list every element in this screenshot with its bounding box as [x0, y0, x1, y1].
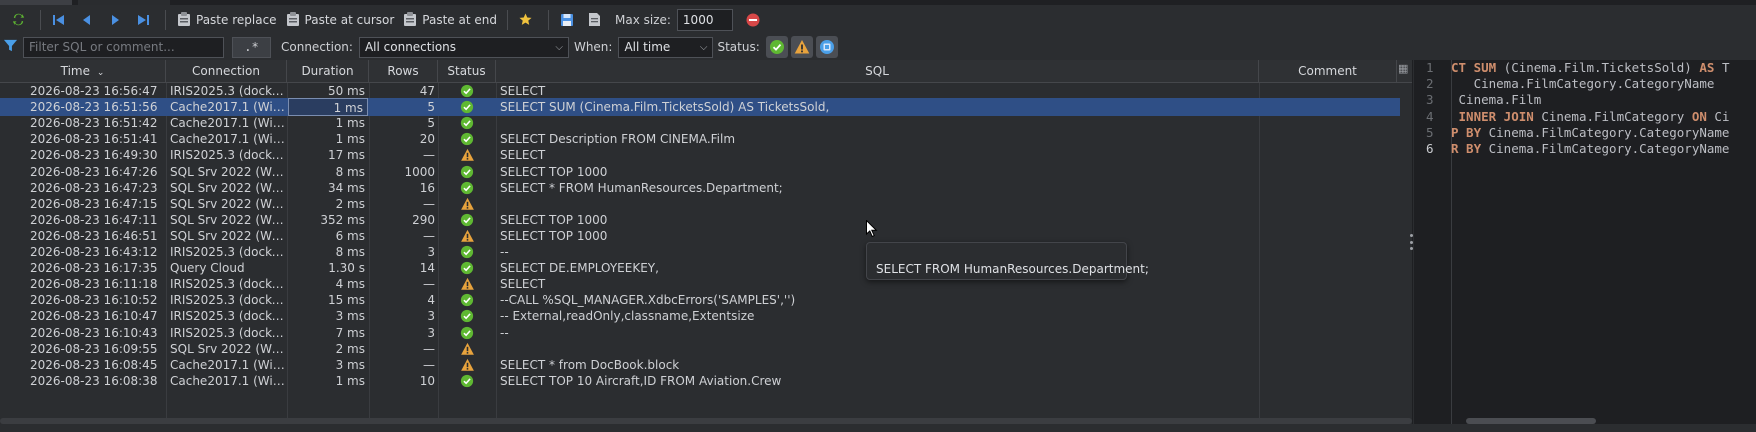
column-header-duration[interactable]: Duration [287, 60, 369, 83]
code-line: R BY Cinema.FilmCategory.CategoryName [1451, 140, 1729, 158]
sql-token: Cinema.FilmCategory.CategoryName [1451, 76, 1715, 92]
sql-keyword: R BY [1451, 141, 1482, 156]
sql-keyword: SUM [1473, 60, 1497, 75]
sql-token: Cinema.FilmCategory [1533, 108, 1692, 124]
mouse-pointer-icon [866, 220, 878, 238]
sql-token: (Cinema.Film.TicketsSold) [1496, 60, 1700, 75]
when-label: When: [573, 40, 613, 54]
connection-cell: Cache2017.1 (WinSr... [170, 373, 286, 388]
duration-cell: 1 ms [335, 373, 365, 388]
clipboard-icon [402, 12, 418, 28]
scrollbar-thumb[interactable] [0, 418, 1412, 424]
column-header-status[interactable]: Status [438, 60, 496, 83]
sql-token: Cinema.Film [1451, 92, 1542, 108]
save-icon [559, 12, 575, 28]
filter-sql-input[interactable] [23, 36, 224, 58]
previous-button[interactable] [75, 9, 103, 31]
max-size-label: Max size: [614, 12, 671, 27]
success-icon [455, 372, 479, 390]
next-icon [107, 12, 123, 28]
save-button[interactable] [555, 9, 583, 31]
column-header-rows[interactable]: Rows [369, 60, 438, 83]
column-header-connection[interactable]: Connection [166, 60, 287, 83]
line-number: 6 [1426, 141, 1434, 156]
paste-replace-button[interactable]: Paste replace [172, 9, 281, 31]
sql-keyword: INNER JOIN [1451, 108, 1534, 124]
status-filter-success-button[interactable] [765, 36, 788, 58]
last-icon [135, 12, 151, 28]
column-header-time-label: Time [60, 64, 90, 78]
column-header-time[interactable]: Time ⌄ [0, 60, 166, 83]
sql-cell: SELECT TOP 10 Aircraft,ID FROM Aviation.… [500, 373, 782, 388]
column-header-comment[interactable]: Comment [1259, 60, 1397, 83]
filter-icon [3, 38, 18, 56]
line-number-gutter: 123456 [1414, 60, 1452, 424]
sql-keyword: AS [1699, 60, 1715, 75]
refresh-icon [10, 12, 26, 28]
scrollbar-thumb[interactable] [1466, 418, 1596, 424]
toolbar-separator [506, 9, 508, 30]
sql-keyword: P BY [1451, 124, 1482, 140]
sql-keyword: ON [1691, 108, 1707, 124]
connection-dropdown-value: All connections [364, 40, 457, 54]
history-table: Time ⌄ Connection Duration Rows Status S… [0, 60, 1412, 424]
when-dropdown[interactable]: All time ⌵ [618, 36, 714, 58]
previous-icon [79, 12, 95, 28]
rows-cell: 10 [419, 373, 435, 388]
paste-at-cursor-label: Paste at cursor [304, 12, 395, 27]
running-icon [819, 40, 834, 54]
sql-preview-editor[interactable]: 123456 CT SUM (Cinema.Film.TicketsSold) … [1414, 60, 1756, 424]
next-button[interactable] [103, 9, 131, 31]
chevron-down-icon: ⌵ [699, 41, 708, 53]
paste-at-end-label: Paste at end [422, 12, 497, 27]
paste-at-end-button[interactable]: Paste at end [398, 9, 501, 31]
toolbar-separator [40, 9, 41, 30]
chevron-down-icon: ⌵ [555, 41, 563, 53]
editor-horizontal-scrollbar[interactable] [1414, 417, 1756, 425]
sql-token: Cinema.FilmCategory.CategoryName [1481, 124, 1730, 140]
clipboard-icon [285, 12, 301, 28]
column-header-sql[interactable]: SQL [496, 60, 1259, 83]
sql-keyword: CT [1451, 60, 1474, 75]
star-icon [518, 12, 534, 28]
last-button[interactable] [131, 9, 159, 31]
paste-at-cursor-button[interactable]: Paste at cursor [281, 9, 399, 31]
table-header: Time ⌄ Connection Duration Rows Status S… [0, 60, 1412, 83]
column-settings-icon[interactable]: ▦ [1398, 62, 1410, 78]
toolbar: Paste replace Paste at cursor Paste at e… [0, 5, 1756, 34]
paste-replace-label: Paste replace [196, 12, 277, 27]
regex-toggle-button[interactable]: .* [232, 36, 271, 58]
connection-label: Connection: [281, 40, 353, 54]
sql-token: Ci [1706, 108, 1730, 124]
refresh-button[interactable] [6, 9, 34, 31]
toolbar-separator [165, 9, 166, 30]
document-icon [587, 12, 603, 28]
first-button[interactable] [47, 9, 75, 31]
sql-token: T [1714, 60, 1730, 75]
clear-history-button[interactable] [741, 9, 769, 31]
status-filter-warning-button[interactable] [790, 36, 813, 58]
table-row[interactable]: 2026-08-23 16:08:38 Cache2017.1 (WinSr...… [0, 372, 1400, 390]
table-horizontal-scrollbar[interactable] [0, 417, 1412, 425]
clipboard-icon [176, 12, 192, 28]
time-cell: 2026-08-23 16:08:38 [30, 373, 158, 388]
delete-icon [745, 12, 761, 28]
warning-icon [794, 40, 810, 54]
connection-dropdown[interactable]: All connections ⌵ [358, 36, 569, 58]
status-label: Status: [717, 40, 760, 54]
sort-desc-icon: ⌄ [96, 68, 105, 78]
toolbar-separator [547, 9, 549, 30]
when-dropdown-value: All time [624, 40, 671, 54]
favorite-button[interactable] [514, 9, 542, 31]
export-button[interactable] [583, 9, 611, 31]
sql-token: Cinema.FilmCategory.CategoryName [1481, 141, 1730, 156]
success-icon [769, 40, 784, 54]
status-filter-running-button[interactable] [815, 36, 838, 58]
max-size-input[interactable] [676, 8, 733, 31]
sql-tooltip: SELECT FROM HumanResources.Department; [866, 242, 1149, 280]
first-icon [51, 12, 67, 28]
filter-bar: .* Connection: All connections ⌵ When: A… [0, 34, 1756, 60]
